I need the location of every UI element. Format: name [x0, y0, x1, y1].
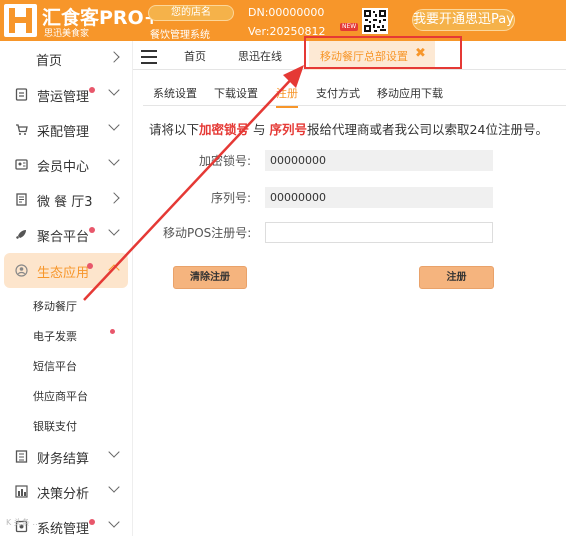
sidebar-item-label: 系统管理 — [37, 522, 90, 536]
sidebar-item-label: 财务结算 — [37, 452, 90, 467]
sidebar-item-label: 营运管理 — [37, 90, 90, 105]
sidebar-item-label: 聚合平台 — [37, 230, 90, 245]
chevron-down-icon — [108, 84, 120, 96]
highlight-annotation-box — [304, 36, 462, 69]
sidebar-item-micro-restaurant[interactable]: 微 餐 厅3 — [0, 182, 133, 217]
notification-dot — [110, 329, 115, 334]
sidebar-item-home[interactable]: 首页 — [0, 41, 133, 76]
chevron-down-icon — [108, 516, 120, 528]
sidebar-item-label: 微 餐 厅3 — [37, 195, 93, 210]
sidebar-subitem-label: 移动餐厅 — [33, 300, 77, 313]
notice-text: 请将以下 — [149, 122, 200, 137]
subtab-payment-methods[interactable]: 支付方式 — [316, 85, 360, 101]
register-notice: 请将以下加密锁号 与 序列号报给代理商或者我公司以索取24位注册号。 — [149, 119, 548, 138]
sidebar-item-label: 采配管理 — [37, 125, 90, 140]
subtab-system-settings[interactable]: 系统设置 — [153, 85, 197, 101]
new-badge: NEW — [340, 23, 359, 31]
subtab-mobile-app-download[interactable]: 移动应用下载 — [377, 85, 443, 101]
subtab-register[interactable]: 注册 — [276, 85, 298, 108]
notice-text: 报给代理商或者我公司以索取24位注册号。 — [307, 122, 548, 137]
sidebar-item-purchasing[interactable]: 采配管理 — [0, 112, 133, 147]
person-icon — [15, 264, 28, 277]
chevron-down-icon — [108, 224, 120, 236]
sidebar-subitem-label: 短信平台 — [33, 360, 77, 373]
lock-number-field[interactable]: 00000000 — [265, 150, 493, 171]
serial-number-label: 序列号: — [211, 191, 252, 205]
register-button[interactable]: 注册 — [419, 266, 494, 289]
tab-home[interactable]: 首页 — [184, 48, 206, 64]
sidebar-item-members[interactable]: 会员中心 — [0, 147, 133, 182]
chevron-up-icon — [108, 264, 120, 276]
pos-register-label: 移动POS注册号: — [163, 226, 252, 240]
notification-dot — [89, 87, 95, 93]
receipt-icon — [15, 193, 28, 206]
rocket-icon — [15, 228, 28, 241]
finance-icon — [15, 450, 28, 463]
chevron-down-icon — [108, 481, 120, 493]
cart-icon — [15, 123, 28, 136]
sidebar-subitem-label: 供应商平台 — [33, 390, 88, 403]
open-pay-button[interactable]: 我要开通思迅Pay — [412, 9, 515, 31]
sidebar-item-label: 会员中心 — [37, 160, 90, 175]
subtab-download-settings[interactable]: 下载设置 — [214, 85, 258, 101]
sidebar-item-label: 首页 — [36, 54, 63, 69]
sidebar-subitem-supplier[interactable]: 供应商平台 — [0, 380, 133, 410]
notice-highlight: 加密锁号 — [199, 122, 250, 137]
notification-dot — [89, 227, 95, 233]
brand-subtitle: 思迅美食家 — [44, 29, 90, 39]
serial-number-field[interactable]: 00000000 — [265, 187, 493, 208]
main-content: 系统设置 下载设置 注册 支付方式 移动应用下载 请将以下加密锁号 与 序列号报… — [143, 78, 566, 536]
sidebar-item-label: 决策分析 — [37, 487, 90, 502]
sidebar-item-label: 生态应用 — [37, 266, 90, 281]
dn-number: DN:00000000 — [248, 6, 325, 19]
clipboard-icon — [15, 88, 28, 101]
clear-register-button[interactable]: 清除注册 — [173, 266, 247, 289]
chevron-down-icon — [108, 446, 120, 458]
store-name-badge[interactable]: 您的店名 — [148, 5, 234, 21]
member-icon — [15, 158, 28, 171]
sidebar-item-analysis[interactable]: 决策分析 — [0, 474, 133, 509]
watermark: K 头条 … — [6, 518, 41, 527]
chart-icon — [15, 485, 28, 498]
top-header: 汇食客PRO+ 思迅美食家 您的店名 餐饮管理系统 DN:00000000 Ve… — [0, 0, 566, 41]
sidebar-item-aggregation[interactable]: 聚合平台 — [0, 217, 133, 252]
notice-text: 与 — [253, 122, 266, 137]
sidebar: 首页 营运管理 采配管理 会员中心 微 餐 厅3 聚合平台 生态应用 移动餐厅 … — [0, 41, 133, 536]
sub-tabs: 系统设置 下载设置 注册 支付方式 移动应用下载 — [143, 78, 566, 108]
chevron-down-icon — [108, 119, 120, 131]
sidebar-subitem-sms[interactable]: 短信平台 — [0, 350, 133, 380]
notice-highlight: 序列号 — [269, 122, 308, 137]
lock-number-label: 加密锁号: — [199, 154, 252, 168]
sidebar-subitem-unionpay[interactable]: 银联支付 — [0, 410, 133, 440]
sidebar-item-finance[interactable]: 财务结算 — [0, 439, 133, 474]
notification-dot — [87, 263, 93, 269]
qr-code-icon[interactable] — [362, 8, 388, 34]
notification-dot — [89, 519, 95, 525]
sidebar-item-eco-apps[interactable]: 生态应用 — [4, 253, 128, 288]
chevron-down-icon — [108, 154, 120, 166]
pos-register-field[interactable] — [265, 222, 493, 243]
chevron-right-icon — [108, 192, 120, 204]
sidebar-subitem-e-invoice[interactable]: 电子发票 — [0, 320, 133, 350]
system-name: 餐饮管理系统 — [150, 30, 210, 41]
sidebar-subitem-label: 银联支付 — [33, 420, 77, 433]
sidebar-subitem-label: 电子发票 — [33, 330, 77, 343]
tab-online[interactable]: 思迅在线 — [238, 48, 282, 64]
sidebar-subitem-mobile-restaurant[interactable]: 移动餐厅 — [0, 290, 133, 320]
menu-toggle-icon[interactable] — [141, 50, 157, 68]
sidebar-item-operations[interactable]: 营运管理 — [0, 77, 133, 112]
logo-icon — [4, 4, 37, 37]
chevron-right-icon — [108, 51, 120, 63]
